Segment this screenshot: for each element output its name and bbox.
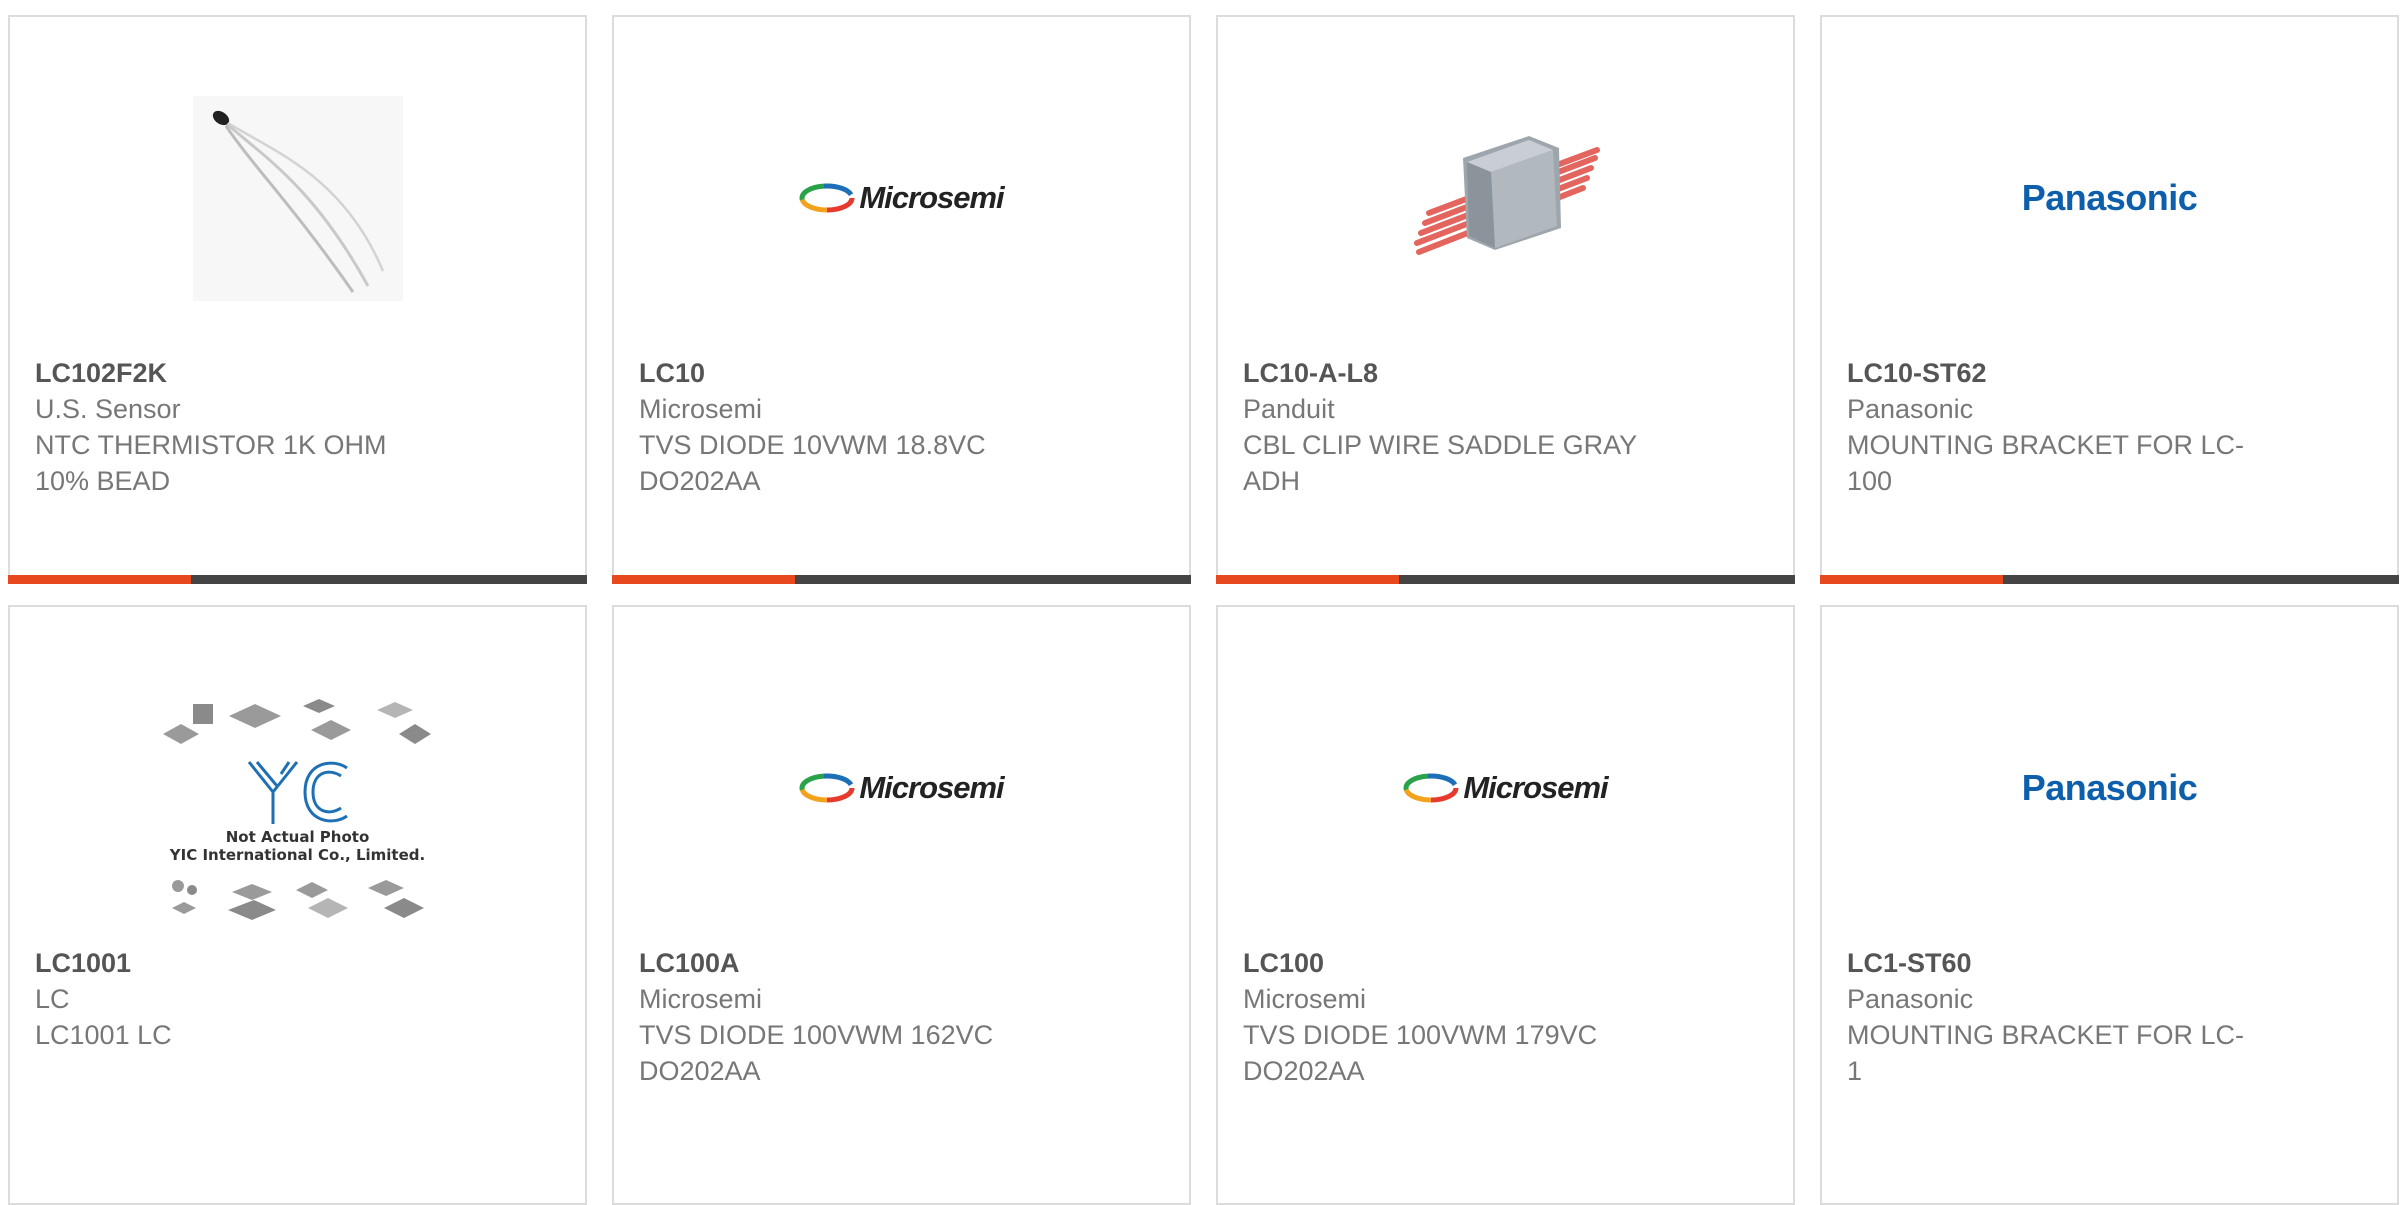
product-info: LC10 Microsemi TVS DIODE 10VWM 18.8VC DO…	[639, 355, 1059, 499]
product-card[interactable]: Microsemi LC100A Microsemi TVS DIODE 100…	[612, 605, 1191, 1205]
product-image[interactable]: Panasonic	[1822, 663, 2397, 913]
description-line: TVS DIODE 100VWM 179VC	[1243, 1020, 1598, 1050]
part-number[interactable]: LC1-ST60	[1847, 945, 2267, 981]
microsemi-logo: Microsemi	[1403, 770, 1609, 806]
card-footer-bar	[1216, 575, 1795, 584]
manufacturer: Microsemi	[639, 984, 763, 1014]
description-line: TVS DIODE 100VWM 162VC	[639, 1020, 994, 1050]
product-info: LC100 Microsemi TVS DIODE 100VWM 179VC D…	[1243, 945, 1663, 1089]
part-number[interactable]: LC100A	[639, 945, 1059, 981]
accent-bar	[1820, 575, 2003, 584]
manufacturer: Panasonic	[1847, 394, 1974, 424]
product-image[interactable]: Not Actual Photo YIC International Co., …	[10, 685, 585, 935]
product-card[interactable]: Panasonic LC10-ST62 Panasonic MOUNTING B…	[1820, 15, 2399, 584]
description-line: DO202AA	[1243, 1056, 1365, 1086]
product-image[interactable]: Microsemi	[614, 663, 1189, 913]
product-card[interactable]: Microsemi LC10 Microsemi TVS DIODE 10VWM…	[612, 15, 1191, 584]
product-info: LC1001 LC LC1001 LC	[35, 945, 455, 1053]
description-line: MOUNTING BRACKET FOR LC-	[1847, 430, 2245, 460]
manufacturer: Microsemi	[639, 394, 763, 424]
product-grid: LC102F2K U.S. Sensor NTC THERMISTOR 1K O…	[8, 15, 2399, 1205]
card-footer-bar	[8, 575, 587, 584]
panasonic-logo: Panasonic	[2021, 177, 2198, 218]
microsemi-swirl-icon	[799, 773, 855, 803]
part-number[interactable]: LC10-A-L8	[1243, 355, 1663, 391]
description-line: 100	[1847, 466, 1893, 496]
manufacturer: Microsemi	[1243, 984, 1367, 1014]
manufacturer: LC	[35, 984, 70, 1014]
logo-text: Microsemi	[859, 770, 1004, 805]
card-footer-bar	[612, 575, 1191, 584]
description-line: TVS DIODE 10VWM 18.8VC	[639, 430, 986, 460]
chip-packages-icon	[162, 699, 431, 744]
description-line: ADH	[1243, 466, 1301, 496]
part-number[interactable]: LC100	[1243, 945, 1663, 981]
description-line: DO202AA	[639, 466, 761, 496]
product-card[interactable]: Not Actual Photo YIC International Co., …	[8, 605, 587, 1205]
product-image[interactable]	[1218, 73, 1793, 323]
product-card[interactable]: Microsemi LC100 Microsemi TVS DIODE 100V…	[1216, 605, 1795, 1205]
product-info: LC10-A-L8 Panduit CBL CLIP WIRE SADDLE G…	[1243, 355, 1663, 499]
description-line: LC1001 LC	[35, 1020, 172, 1050]
product-image[interactable]: Panasonic	[1822, 73, 2397, 323]
part-number[interactable]: LC102F2K	[35, 355, 455, 391]
accent-bar	[612, 575, 795, 584]
accent-bar	[1216, 575, 1399, 584]
thermistor-photo	[192, 95, 403, 301]
microsemi-swirl-icon	[799, 183, 855, 213]
cable-clip-photo	[1413, 136, 1600, 255]
microsemi-logo: Microsemi	[799, 770, 1005, 806]
description-line: CBL CLIP WIRE SADDLE GRAY	[1243, 430, 1638, 460]
product-card[interactable]: LC10-A-L8 Panduit CBL CLIP WIRE SADDLE G…	[1216, 15, 1795, 584]
accent-bar	[8, 575, 191, 584]
product-info: LC102F2K U.S. Sensor NTC THERMISTOR 1K O…	[35, 355, 455, 499]
description-line: 1	[1847, 1056, 1863, 1086]
product-info: LC1-ST60 Panasonic MOUNTING BRACKET FOR …	[1847, 945, 2267, 1089]
description-line: DO202AA	[639, 1056, 761, 1086]
product-image[interactable]: Microsemi	[614, 73, 1189, 323]
manufacturer: Panasonic	[1847, 984, 1974, 1014]
product-image[interactable]	[10, 73, 585, 323]
microsemi-logo: Microsemi	[799, 180, 1005, 216]
placeholder-text: Not Actual Photo	[225, 828, 370, 846]
description-line: 10% BEAD	[35, 466, 171, 496]
part-number[interactable]: LC10-ST62	[1847, 355, 2267, 391]
product-info: LC100A Microsemi TVS DIODE 100VWM 162VC …	[639, 945, 1059, 1089]
placeholder-company: YIC International Co., Limited.	[169, 846, 426, 864]
yic-logo	[247, 761, 348, 824]
placeholder-photo: Not Actual Photo YIC International Co., …	[162, 696, 433, 924]
product-card[interactable]: Panasonic LC1-ST60 Panasonic MOUNTING BR…	[1820, 605, 2399, 1205]
part-number[interactable]: LC10	[639, 355, 1059, 391]
panasonic-logo: Panasonic	[2021, 767, 2198, 808]
chip-packages-icon	[171, 880, 424, 920]
product-image[interactable]: Microsemi	[1218, 663, 1793, 913]
description-line: MOUNTING BRACKET FOR LC-	[1847, 1020, 2245, 1050]
part-number[interactable]: LC1001	[35, 945, 455, 981]
logo-text: Microsemi	[859, 180, 1004, 215]
microsemi-swirl-icon	[1403, 773, 1459, 803]
product-info: LC10-ST62 Panasonic MOUNTING BRACKET FOR…	[1847, 355, 2267, 499]
description-line: NTC THERMISTOR 1K OHM	[35, 430, 387, 460]
manufacturer: Panduit	[1243, 394, 1335, 424]
logo-text: Microsemi	[1463, 770, 1608, 805]
product-card[interactable]: LC102F2K U.S. Sensor NTC THERMISTOR 1K O…	[8, 15, 587, 584]
card-footer-bar	[1820, 575, 2399, 584]
manufacturer: U.S. Sensor	[35, 394, 181, 424]
